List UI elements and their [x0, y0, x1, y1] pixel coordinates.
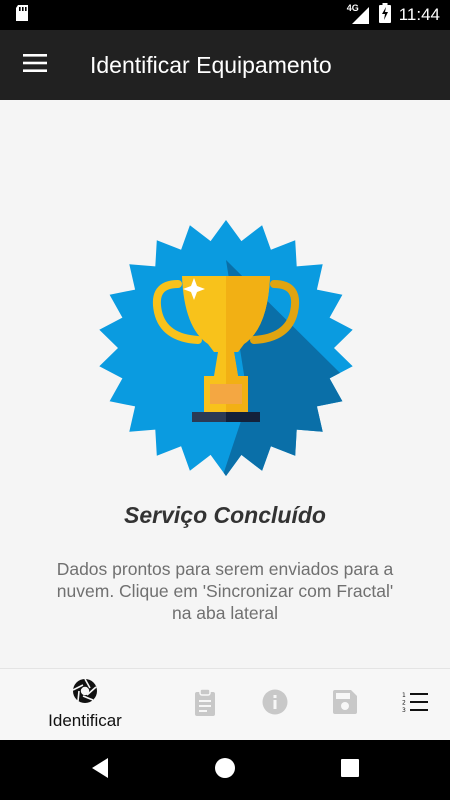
- service-done-description: Dados prontos para serem enviados para a…: [56, 559, 394, 623]
- page-title: Identificar Equipamento: [90, 51, 332, 78]
- trophy-badge-icon: [98, 220, 354, 476]
- tab-save[interactable]: [310, 669, 380, 740]
- save-icon: [333, 690, 357, 719]
- bottom-navigation: Identificar 1 2 3: [0, 668, 450, 740]
- sd-card-icon: [14, 4, 30, 27]
- tab-numbered-list[interactable]: 1 2 3: [380, 669, 450, 740]
- signal-icon: 4G: [347, 3, 371, 25]
- main-content: Serviço Concluído Dados prontos para ser…: [0, 100, 450, 668]
- home-icon: [214, 757, 236, 784]
- battery-charging-icon: [378, 2, 391, 28]
- info-icon: [262, 689, 288, 720]
- service-done-title: Serviço Concluído: [124, 502, 326, 528]
- svg-text:1: 1: [402, 692, 406, 699]
- home-button[interactable]: [163, 757, 288, 784]
- camera-shutter-icon: [72, 678, 98, 709]
- back-button[interactable]: [38, 757, 163, 784]
- system-navigation-bar: [0, 740, 450, 800]
- tab-identificar-label: Identificar: [48, 711, 122, 730]
- status-bar: 4G 11:44: [0, 0, 450, 30]
- tab-info[interactable]: [240, 669, 310, 740]
- recents-button[interactable]: [288, 758, 413, 783]
- tab-clipboard[interactable]: [170, 669, 240, 740]
- recents-icon: [340, 758, 360, 783]
- hamburger-menu-icon: [23, 53, 47, 77]
- status-time: 11:44: [398, 5, 440, 24]
- app-bar: Identificar Equipamento: [0, 30, 450, 100]
- svg-text:2: 2: [402, 700, 406, 707]
- menu-button[interactable]: [0, 30, 70, 100]
- svg-text:3: 3: [402, 707, 406, 713]
- tab-identificar[interactable]: Identificar: [0, 669, 170, 740]
- numbered-list-icon: 1 2 3: [402, 691, 428, 718]
- back-icon: [90, 757, 110, 784]
- clipboard-icon: [193, 688, 217, 721]
